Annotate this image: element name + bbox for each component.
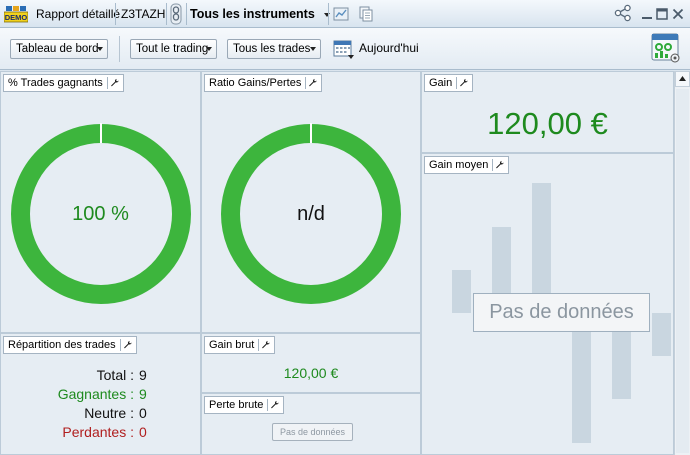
breakdown-value: 9	[139, 386, 147, 402]
wrench-icon[interactable]	[119, 339, 132, 351]
breakdown-list: Total : 9 Gagnantes : 9 Neutre : 0 Perda…	[1, 366, 200, 442]
chevron-down-icon	[310, 47, 316, 51]
title-separator	[186, 3, 187, 25]
placeholder-bar	[452, 270, 471, 313]
scroll-thumb[interactable]	[676, 89, 689, 453]
gross-gain-value: 120,00 €	[283, 365, 339, 381]
panel-tab[interactable]: Gain	[424, 74, 474, 92]
gain-panel: Gain 120,00 €	[421, 71, 674, 153]
calendar-icon[interactable]	[333, 38, 355, 60]
dashboard-dropdown[interactable]: Tableau de bord	[10, 39, 108, 59]
no-data-message: Pas de données	[473, 293, 650, 332]
wrench-icon[interactable]	[258, 339, 270, 351]
trades-filter-dropdown[interactable]: Tous les trades	[227, 39, 321, 59]
win-rate-value: 100 %	[72, 203, 129, 225]
panel-tab[interactable]: Gain brut	[204, 336, 276, 354]
wrench-icon[interactable]	[267, 399, 280, 411]
chart-export-icon[interactable]	[333, 6, 349, 22]
panel-title: Gain brut	[209, 339, 255, 351]
breakdown-value: 0	[139, 424, 147, 440]
title-bar: DEMO Rapport détaillé Z3TAZH Tous les in…	[0, 0, 690, 28]
gain-loss-ratio-panel: Ratio Gains/Pertes n/d	[201, 71, 421, 333]
scroll-up-button[interactable]	[675, 71, 690, 87]
minimize-icon[interactable]	[640, 7, 654, 21]
title-separator	[115, 3, 116, 25]
ratio-value: n/d	[297, 203, 325, 225]
title-separator	[166, 3, 167, 25]
breakdown-label: Total :	[96, 367, 134, 383]
breakdown-row-total: Total : 9	[1, 366, 200, 385]
panel-title: Gain	[429, 77, 453, 89]
panel-title: Répartition des trades	[8, 339, 116, 351]
toolbar-separator	[119, 36, 120, 62]
panel-tab[interactable]: Répartition des trades	[3, 336, 137, 354]
demo-badge-label: DEMO	[5, 13, 28, 22]
win-trades-panel: % Trades gagnants 100 %	[0, 71, 201, 333]
placeholder-bar	[572, 313, 591, 443]
trading-filter-label: Tout le trading	[136, 43, 209, 55]
breakdown-row-losing: Perdantes : 0	[1, 423, 200, 442]
breakdown-label: Gagnantes :	[57, 386, 134, 402]
wrench-icon[interactable]	[456, 77, 468, 89]
dashboard-label: Tableau de bord	[16, 43, 99, 55]
instruments-label: Tous les instruments	[190, 7, 315, 21]
instruments-dropdown[interactable]: Tous les instruments	[190, 0, 331, 28]
copy-icon[interactable]	[358, 6, 374, 22]
close-icon[interactable]	[671, 7, 685, 21]
breakdown-label: Perdantes :	[62, 424, 134, 440]
chevron-down-icon	[97, 47, 103, 51]
breakdown-value: 9	[139, 367, 147, 383]
title-separator	[328, 3, 329, 25]
share-icon[interactable]	[614, 4, 632, 22]
panel-tab[interactable]: Perte brute	[204, 396, 285, 414]
trading-filter-dropdown[interactable]: Tout le trading	[130, 39, 217, 59]
trade-breakdown-panel: Répartition des trades Total : 9 Gagnant…	[0, 333, 201, 455]
breakdown-row-neutral: Neutre : 0	[1, 404, 200, 423]
link-icon[interactable]	[169, 3, 183, 25]
panel-title: Perte brute	[209, 399, 264, 411]
demo-badge: DEMO	[3, 5, 29, 23]
gross-gain-panel: Gain brut 120,00 €	[201, 333, 421, 393]
chevron-down-icon	[206, 47, 212, 51]
no-data-message: Pas de données	[272, 423, 353, 441]
trades-filter-label: Tous les trades	[233, 43, 311, 55]
gain-value: 120,00 €	[487, 106, 608, 141]
date-range-label[interactable]: Aujourd'hui	[359, 41, 419, 55]
layout-widgets-icon[interactable]	[650, 32, 682, 64]
breakdown-value: 0	[139, 405, 147, 421]
report-title: Rapport détaillé	[36, 7, 121, 21]
breakdown-label: Neutre :	[84, 405, 134, 421]
placeholder-bar	[652, 313, 671, 356]
vertical-scrollbar[interactable]	[674, 71, 690, 455]
toolbar: Tableau de bord Tout le trading Tous les…	[0, 28, 690, 70]
maximize-icon[interactable]	[655, 7, 669, 21]
gross-loss-panel: Perte brute Pas de données	[201, 393, 421, 455]
account-id[interactable]: Z3TAZH	[121, 0, 165, 28]
breakdown-row-winning: Gagnantes : 9	[1, 385, 200, 404]
